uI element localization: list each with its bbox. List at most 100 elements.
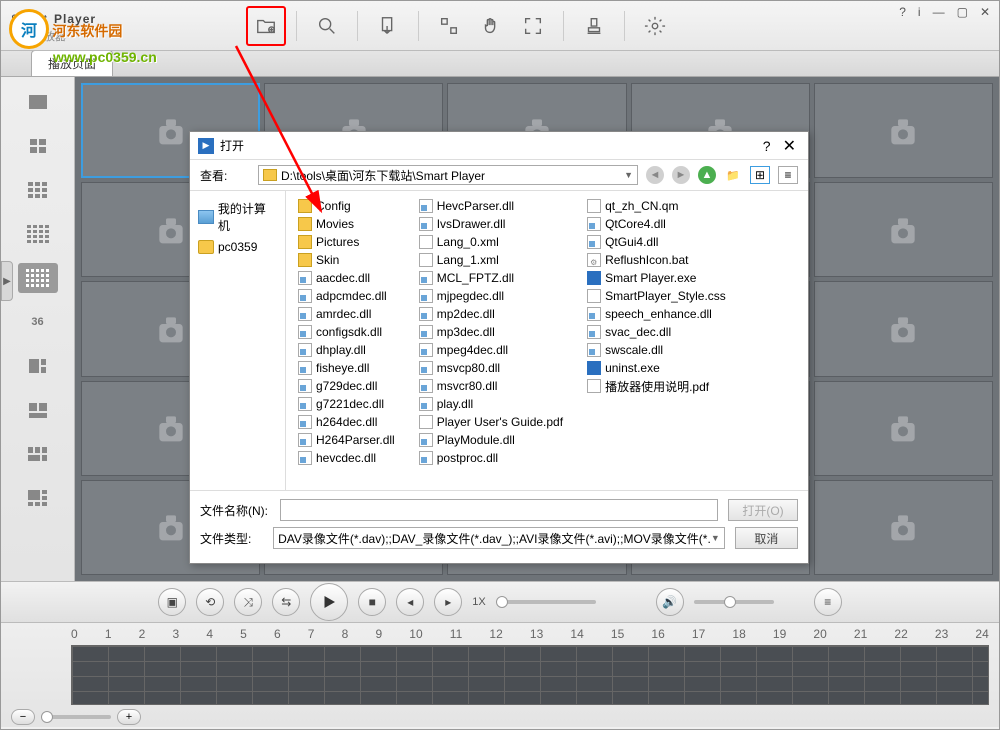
file-item[interactable]: MCL_FPTZ.dll [417, 269, 565, 287]
cancel-button[interactable]: 取消 [735, 527, 798, 549]
open-button[interactable]: 打开(O) [728, 499, 798, 521]
prev-frame-button[interactable]: ◂ [396, 588, 424, 616]
sidebar-expand[interactable]: ▶ [1, 261, 13, 301]
layout-4[interactable] [18, 131, 58, 161]
place-user[interactable]: pc0359 [196, 237, 279, 257]
file-item[interactable]: PlayModule.dll [417, 431, 565, 449]
file-item[interactable]: speech_enhance.dll [585, 305, 728, 323]
file-item[interactable]: mp3dec.dll [417, 323, 565, 341]
tab-playback[interactable]: 播放页面 [31, 50, 113, 76]
file-item[interactable]: QtCore4.dll [585, 215, 728, 233]
file-item[interactable]: Lang_0.xml [417, 233, 565, 251]
file-item[interactable]: mpeg4dec.dll [417, 341, 565, 359]
export-button[interactable] [368, 6, 408, 46]
volume-slider[interactable] [694, 600, 774, 604]
file-item[interactable]: H264Parser.dll [296, 431, 397, 449]
layout-1[interactable] [18, 87, 58, 117]
zoom-out-button[interactable]: − [11, 709, 35, 725]
file-item[interactable]: amrdec.dll [296, 305, 397, 323]
filename-input[interactable] [280, 499, 718, 521]
fullscreen-toggle[interactable]: ▣ [158, 588, 186, 616]
file-item[interactable]: HevcParser.dll [417, 197, 565, 215]
close-button[interactable]: ✕ [977, 5, 993, 19]
loop-button[interactable]: ⟲ [196, 588, 224, 616]
play-button[interactable] [310, 583, 348, 621]
file-item[interactable]: SmartPlayer_Style.css [585, 287, 728, 305]
file-item[interactable]: Smart Player.exe [585, 269, 728, 287]
file-item[interactable]: uninst.exe [585, 359, 728, 377]
file-item[interactable]: Pictures [296, 233, 397, 251]
speed-slider[interactable] [496, 600, 596, 604]
view-list-button[interactable]: ≡ [778, 166, 798, 184]
file-item[interactable]: Skin [296, 251, 397, 269]
layout-16[interactable] [18, 219, 58, 249]
video-cell[interactable] [814, 480, 993, 575]
place-computer[interactable]: 我的计算机 [196, 197, 279, 237]
filetype-combobox[interactable]: DAV录像文件(*.dav);;DAV_录像文件(*.dav_);;AVI录像文… [273, 527, 725, 549]
help-button[interactable]: ? [896, 5, 909, 19]
file-item[interactable]: dhplay.dll [296, 341, 397, 359]
zoom-slider[interactable] [41, 715, 111, 719]
file-item[interactable]: Lang_1.xml [417, 251, 565, 269]
layout-25[interactable] [18, 263, 58, 293]
file-item[interactable]: swscale.dll [585, 341, 728, 359]
layout-36[interactable]: 36 [18, 307, 58, 337]
file-item[interactable]: svac_dec.dll [585, 323, 728, 341]
file-item[interactable]: Player User's Guide.pdf [417, 413, 565, 431]
file-item[interactable]: play.dll [417, 395, 565, 413]
file-item[interactable]: postproc.dll [417, 449, 565, 467]
file-item[interactable]: Movies [296, 215, 397, 233]
about-button[interactable]: i [915, 5, 924, 19]
file-item[interactable]: mp2dec.dll [417, 305, 565, 323]
file-item[interactable]: hevcdec.dll [296, 449, 397, 467]
search-button[interactable] [307, 6, 347, 46]
file-item[interactable]: QtGui4.dll [585, 233, 728, 251]
view-icons-button[interactable]: ⊞ [750, 166, 770, 184]
file-item[interactable]: configsdk.dll [296, 323, 397, 341]
file-item[interactable]: mjpegdec.dll [417, 287, 565, 305]
path-combobox[interactable]: D:\tools\桌面\河东下载站\Smart Player ▼ [258, 165, 638, 185]
stamp-button[interactable] [574, 6, 614, 46]
video-cell[interactable] [814, 182, 993, 277]
hand-tool-button[interactable] [471, 6, 511, 46]
path-dropdown-icon[interactable]: ▼ [624, 170, 633, 180]
file-item[interactable]: Config [296, 197, 397, 215]
file-item[interactable]: msvcr80.dll [417, 377, 565, 395]
video-cell[interactable] [814, 281, 993, 376]
timeline-grid[interactable] [71, 645, 989, 705]
layout-9[interactable] [18, 175, 58, 205]
minimize-button[interactable]: — [930, 5, 948, 19]
file-item[interactable]: aacdec.dll [296, 269, 397, 287]
dialog-close-button[interactable]: ✕ [779, 136, 800, 156]
next-frame-button[interactable]: ▸ [434, 588, 462, 616]
file-item[interactable]: g7221dec.dll [296, 395, 397, 413]
file-item[interactable]: msvcp80.dll [417, 359, 565, 377]
layout-custom-4[interactable] [18, 483, 58, 513]
layout-custom-3[interactable] [18, 439, 58, 469]
shuffle-button[interactable]: ⤨ [234, 588, 262, 616]
layout-custom-2[interactable] [18, 395, 58, 425]
settings-button[interactable] [635, 6, 675, 46]
fullscreen-button[interactable] [513, 6, 553, 46]
open-file-button[interactable] [246, 6, 286, 46]
file-item[interactable]: IvsDrawer.dll [417, 215, 565, 233]
layout-custom-1[interactable] [18, 351, 58, 381]
nav-forward-button[interactable]: ► [672, 166, 690, 184]
file-item[interactable]: 播放器使用说明.pdf [585, 377, 728, 395]
file-item[interactable]: adpcmdec.dll [296, 287, 397, 305]
video-cell[interactable] [814, 83, 993, 178]
nav-back-button[interactable]: ◄ [646, 166, 664, 184]
file-item[interactable]: ReflushIcon.bat [585, 251, 728, 269]
nav-up-button[interactable]: ▲ [698, 166, 716, 184]
file-item[interactable]: fisheye.dll [296, 359, 397, 377]
file-item[interactable]: qt_zh_CN.qm [585, 197, 728, 215]
stop-button[interactable]: ■ [358, 588, 386, 616]
video-cell[interactable] [814, 381, 993, 476]
restore-button[interactable]: ▢ [954, 5, 971, 19]
new-folder-button[interactable]: 📁 [724, 166, 742, 184]
crop-button[interactable] [429, 6, 469, 46]
sync-button[interactable]: ⇆ [272, 588, 300, 616]
file-item[interactable]: g729dec.dll [296, 377, 397, 395]
zoom-in-button[interactable]: + [117, 709, 141, 725]
volume-button[interactable]: 🔊 [656, 588, 684, 616]
